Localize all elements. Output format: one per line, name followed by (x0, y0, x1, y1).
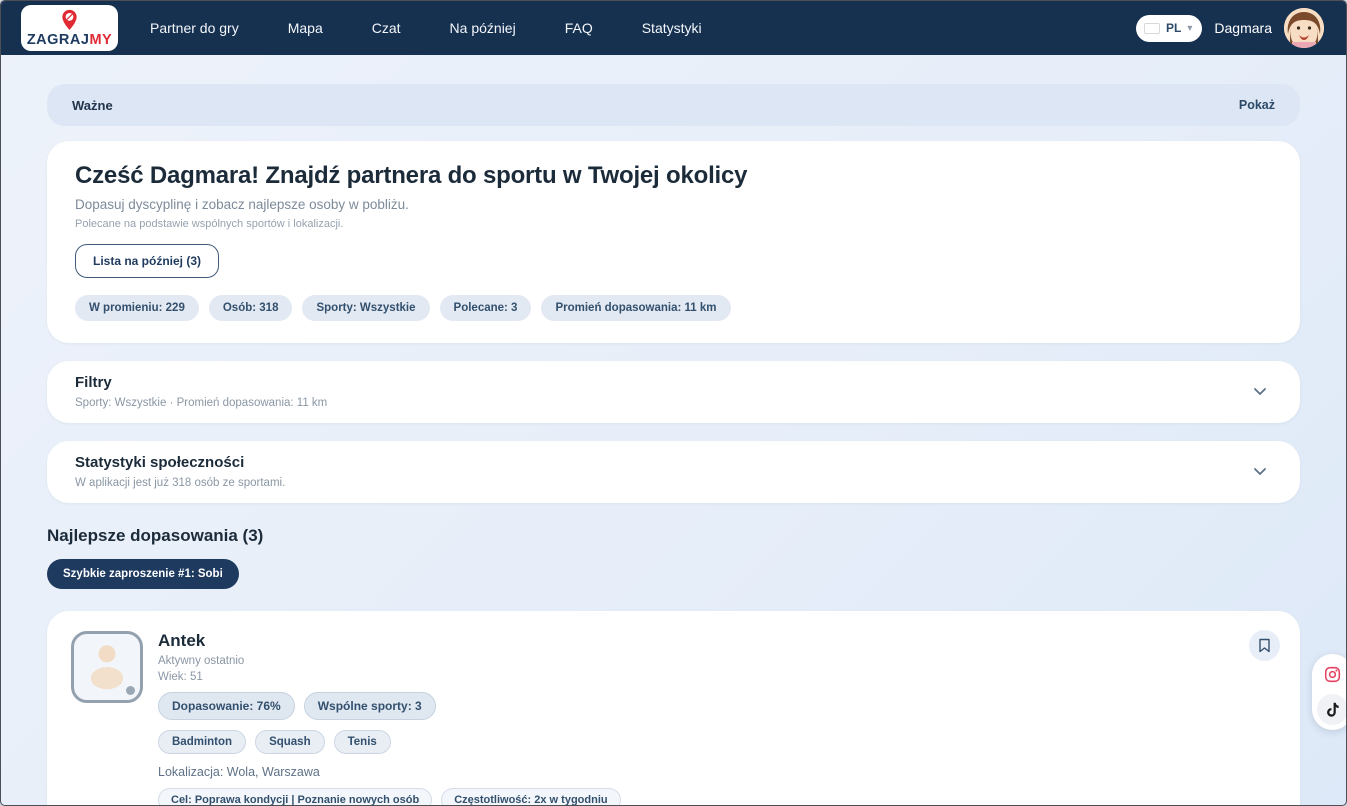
filters-texts: Filtry Sporty: Wszystkie · Promień dopas… (75, 374, 1248, 409)
detail-chip: Cel: Poprawa kondycji | Poznanie nowych … (158, 788, 432, 806)
navbar-right: PL ▾ Dagmara (1136, 8, 1324, 48)
instagram-icon[interactable] (1317, 659, 1347, 690)
match-score-chip: Wspólne sporty: 3 (304, 692, 436, 720)
nav-link[interactable]: Partner do gry (150, 12, 239, 44)
matches-heading: Najlepsze dopasowania (3) (47, 526, 1300, 546)
match-location: Lokalizacja: Wola, Warszawa (158, 765, 621, 779)
nav-links: Partner do gry Mapa Czat Na później FAQ Staty… (150, 12, 751, 44)
hero-card: Cześć Dagmara! Znajdź partnera do sportu… (47, 141, 1300, 343)
stat-chip: Sporty: Wszystkie (302, 295, 429, 321)
chevron-down-icon[interactable] (1248, 460, 1272, 484)
match-age: Wiek: 51 (158, 671, 621, 683)
stat-chip: W promieniu: 229 (75, 295, 199, 321)
hero-stats-chips: W promieniu: 229 Osób: 318 Sporty: Wszystk… (75, 295, 1272, 321)
match-top: Antek Aktywny ostatnio Wiek: 51 Dopasowa… (71, 631, 1276, 806)
social-dock (1312, 654, 1347, 730)
nav-link[interactable]: Czat (372, 12, 401, 44)
navbar: ZAGRAJMY Partner do gry Mapa Czat Na późnie… (1, 1, 1346, 55)
notice-show-button[interactable]: Pokaż (1239, 98, 1275, 112)
community-title: Statystyki społeczności (75, 454, 1248, 471)
saved-list-button[interactable]: Lista na później (3) (75, 244, 219, 278)
stat-chip: Osób: 318 (209, 295, 293, 321)
status-dot-icon (126, 686, 135, 695)
hero-note: Polecane na podstawie wspólnych sportów … (75, 218, 1272, 230)
chevron-down-icon: ▾ (1187, 23, 1192, 34)
stat-chip: Polecane: 3 (440, 295, 532, 321)
important-notice-bar: Ważne Pokaż (47, 84, 1300, 126)
filters-summary: Sporty: Wszystkie · Promień dopasowania:… (75, 397, 1248, 409)
nav-link[interactable]: Na później (450, 12, 516, 44)
username-label: Dagmara (1214, 20, 1272, 36)
nav-link[interactable]: Statystyki (642, 12, 702, 44)
shared-sport-chip: Squash (255, 730, 325, 754)
hero-subtitle: Dopasuj dyscyplinę i zobacz najlepsze os… (75, 197, 1272, 212)
match-score-chip: Dopasowanie: 76% (158, 692, 295, 720)
shared-sport-chip: Tenis (334, 730, 391, 754)
notice-title: Ważne (72, 98, 113, 113)
stat-chip: Promień dopasowania: 11 km (541, 295, 730, 321)
detail-chips: Cel: Poprawa kondycji | Poznanie nowych … (158, 788, 621, 806)
match-activity: Aktywny ostatnio (158, 655, 621, 667)
community-stats-section[interactable]: Statystyki społeczności W aplikacji jest… (47, 441, 1300, 503)
logo-pin-icon (60, 9, 79, 31)
community-texts: Statystyki społeczności W aplikacji jest… (75, 454, 1248, 489)
tiktok-icon[interactable] (1317, 694, 1347, 725)
match-avatar (71, 631, 143, 703)
chevron-down-icon[interactable] (1248, 380, 1272, 404)
match-score-chips: Dopasowanie: 76% Wspólne sporty: 3 (158, 692, 621, 720)
match-name: Antek (158, 631, 621, 651)
main-content: Ważne Pokaż Cześć Dagmara! Znajdź partne… (1, 55, 1346, 806)
quick-invite-button[interactable]: Szybkie zaproszenie #1: Sobi (47, 559, 239, 589)
nav-link[interactable]: FAQ (565, 12, 593, 44)
filters-title: Filtry (75, 374, 1248, 391)
page-title: Cześć Dagmara! Znajdź partnera do sportu… (75, 162, 1272, 190)
logo-text: ZAGRAJMY (27, 33, 112, 48)
poland-flag-icon (1144, 23, 1160, 34)
app-window: ZAGRAJMY Partner do gry Mapa Czat Na późnie… (0, 0, 1347, 806)
detail-chip: Częstotliwość: 2x w tygodniu (441, 788, 620, 806)
filters-section[interactable]: Filtry Sporty: Wszystkie · Promień dopas… (47, 361, 1300, 423)
logo[interactable]: ZAGRAJMY (21, 5, 118, 51)
language-code: PL (1166, 21, 1181, 35)
shared-sport-chip: Badminton (158, 730, 246, 754)
match-info: Antek Aktywny ostatnio Wiek: 51 Dopasowa… (158, 631, 621, 806)
nav-link[interactable]: Mapa (288, 12, 323, 44)
community-summary: W aplikacji jest już 318 osób ze sportam… (75, 477, 1248, 489)
match-card: Antek Aktywny ostatnio Wiek: 51 Dopasowa… (47, 611, 1300, 806)
bookmark-button[interactable] (1249, 630, 1280, 661)
shared-sports-chips: Badminton Squash Tenis (158, 730, 621, 754)
user-avatar[interactable] (1284, 8, 1324, 48)
language-selector[interactable]: PL ▾ (1136, 15, 1202, 42)
